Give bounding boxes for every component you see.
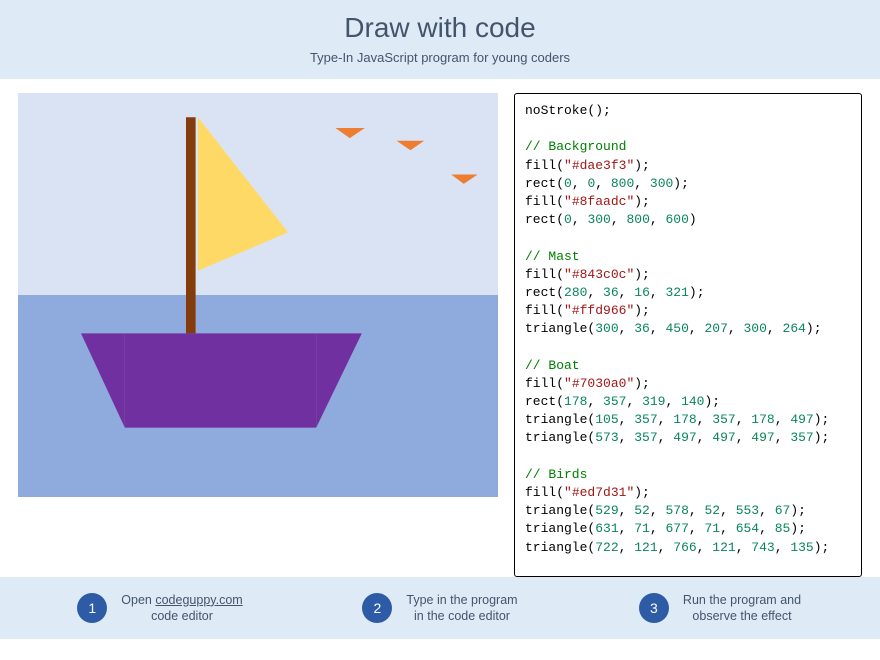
page-subtitle: Type-In JavaScript program for young cod… xyxy=(0,50,880,65)
step-2-text: Type in the program in the code editor xyxy=(406,592,517,625)
header: Draw with code Type-In JavaScript progra… xyxy=(0,0,880,79)
main-content: noStroke(); // Background fill("#dae3f3"… xyxy=(0,79,880,577)
drawing-canvas xyxy=(18,93,498,497)
step-1-text: Open codeguppy.com code editor xyxy=(121,592,242,625)
step-3-badge: 3 xyxy=(639,593,669,623)
page-title: Draw with code xyxy=(0,12,880,44)
step-2-badge: 2 xyxy=(362,593,392,623)
step-1: 1 Open codeguppy.com code editor xyxy=(20,592,300,625)
step-1-badge: 1 xyxy=(77,593,107,623)
step-3: 3 Run the program and observe the effect xyxy=(580,592,860,625)
steps-footer: 1 Open codeguppy.com code editor 2 Type … xyxy=(0,577,880,639)
codeguppy-link[interactable]: codeguppy.com xyxy=(155,593,242,607)
code-listing: noStroke(); // Background fill("#dae3f3"… xyxy=(514,93,862,577)
step-3-text: Run the program and observe the effect xyxy=(683,592,801,625)
hull-center xyxy=(125,333,316,427)
step-2: 2 Type in the program in the code editor xyxy=(300,592,580,625)
mast xyxy=(186,117,196,333)
boat-drawing xyxy=(18,93,498,497)
